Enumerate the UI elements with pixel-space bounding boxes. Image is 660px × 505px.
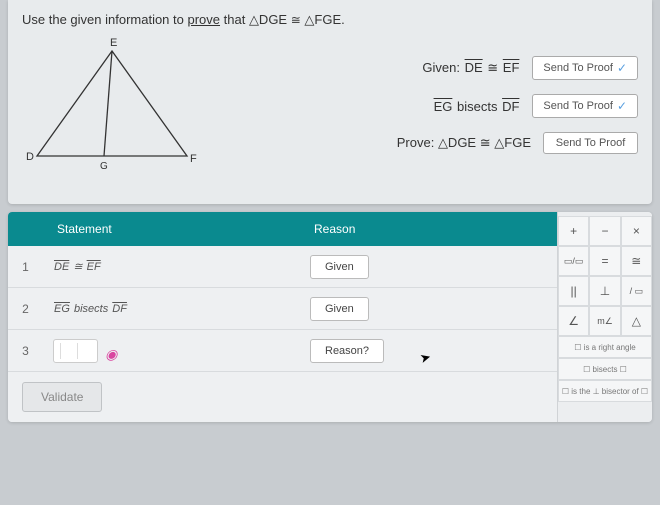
tool-times[interactable]: × <box>621 216 652 246</box>
given-prove-section: Given: DE ≅ EF Send To Proof✓ EG bisects… <box>222 36 638 186</box>
vertex-e: E <box>110 37 117 49</box>
table-row: 2 EG bisects DF Given <box>8 288 557 330</box>
send-to-proof-3[interactable]: Send To Proof <box>543 132 638 154</box>
proof-table-card: Statement Reason 1 DE ≅ EF Given 2 EG bi… <box>8 212 652 422</box>
vertex-f: F <box>190 153 197 165</box>
vertex-d: D <box>26 151 34 163</box>
row-number: 3 <box>8 344 43 358</box>
table-row: 1 DE ≅ EF Given <box>8 246 557 288</box>
tool-measure-angle[interactable]: m∠ <box>589 306 620 336</box>
tool-parallel[interactable]: || <box>558 276 589 306</box>
prove-row: Prove: △DGE ≅ △FGE Send To Proof <box>222 132 638 154</box>
statement-cell[interactable]: ◉ <box>43 331 300 371</box>
hint-icon[interactable]: ◉ <box>105 346 117 362</box>
given-row-2: EG bisects DF Send To Proof✓ <box>222 94 638 118</box>
table-header: Statement Reason <box>8 212 557 246</box>
reason-button[interactable]: Reason? <box>310 339 384 363</box>
validate-button[interactable]: Validate <box>22 382 102 412</box>
tool-triangle[interactable]: △ <box>621 306 652 336</box>
vertex-g: G <box>100 161 108 172</box>
tool-minus[interactable]: − <box>589 216 620 246</box>
given-row-1: Given: DE ≅ EF Send To Proof✓ <box>222 56 638 80</box>
check-icon: ✓ <box>617 61 627 75</box>
empty-statement-input <box>53 339 98 363</box>
tool-equals[interactable]: = <box>589 246 620 276</box>
tool-congruent[interactable]: ≅ <box>621 246 652 276</box>
tool-angle[interactable]: ∠ <box>558 306 589 336</box>
send-to-proof-1[interactable]: Send To Proof✓ <box>532 56 638 80</box>
reason-button[interactable]: Given <box>310 297 369 321</box>
row-number: 1 <box>8 260 43 274</box>
prompt-text: Use the given information to prove that … <box>22 12 638 28</box>
problem-card: Use the given information to prove that … <box>8 0 652 204</box>
prove-link[interactable]: prove <box>187 12 220 27</box>
tool-fraction[interactable]: ▭/▭ <box>558 246 589 276</box>
tool-overline[interactable]: / ▭ <box>621 276 652 306</box>
tool-perpendicular[interactable]: ⊥ <box>589 276 620 306</box>
triangle-diagram: D E F G <box>22 36 202 186</box>
tool-right-angle[interactable]: ☐ is a right angle <box>558 336 652 358</box>
tool-bisects[interactable]: ☐ bisects ☐ <box>558 358 652 380</box>
reason-button[interactable]: Given <box>310 255 369 279</box>
statement-cell[interactable]: DE ≅ EF <box>43 252 300 281</box>
statement-cell[interactable]: EG bisects DF <box>43 295 300 323</box>
symbol-toolbar: + − × ▭/▭ = ≅ || ⊥ / ▭ ∠ m∠ △ ☐ is a rig… <box>557 212 652 422</box>
table-row: 3 ◉ Reason? <box>8 330 557 372</box>
tool-plus[interactable]: + <box>558 216 589 246</box>
row-number: 2 <box>8 302 43 316</box>
tool-perp-bisector[interactable]: ☐ is the ⊥ bisector of ☐ <box>558 380 652 402</box>
header-reason: Reason <box>300 212 557 246</box>
send-to-proof-2[interactable]: Send To Proof✓ <box>532 94 638 118</box>
check-icon: ✓ <box>617 99 627 113</box>
header-statement: Statement <box>43 212 300 246</box>
